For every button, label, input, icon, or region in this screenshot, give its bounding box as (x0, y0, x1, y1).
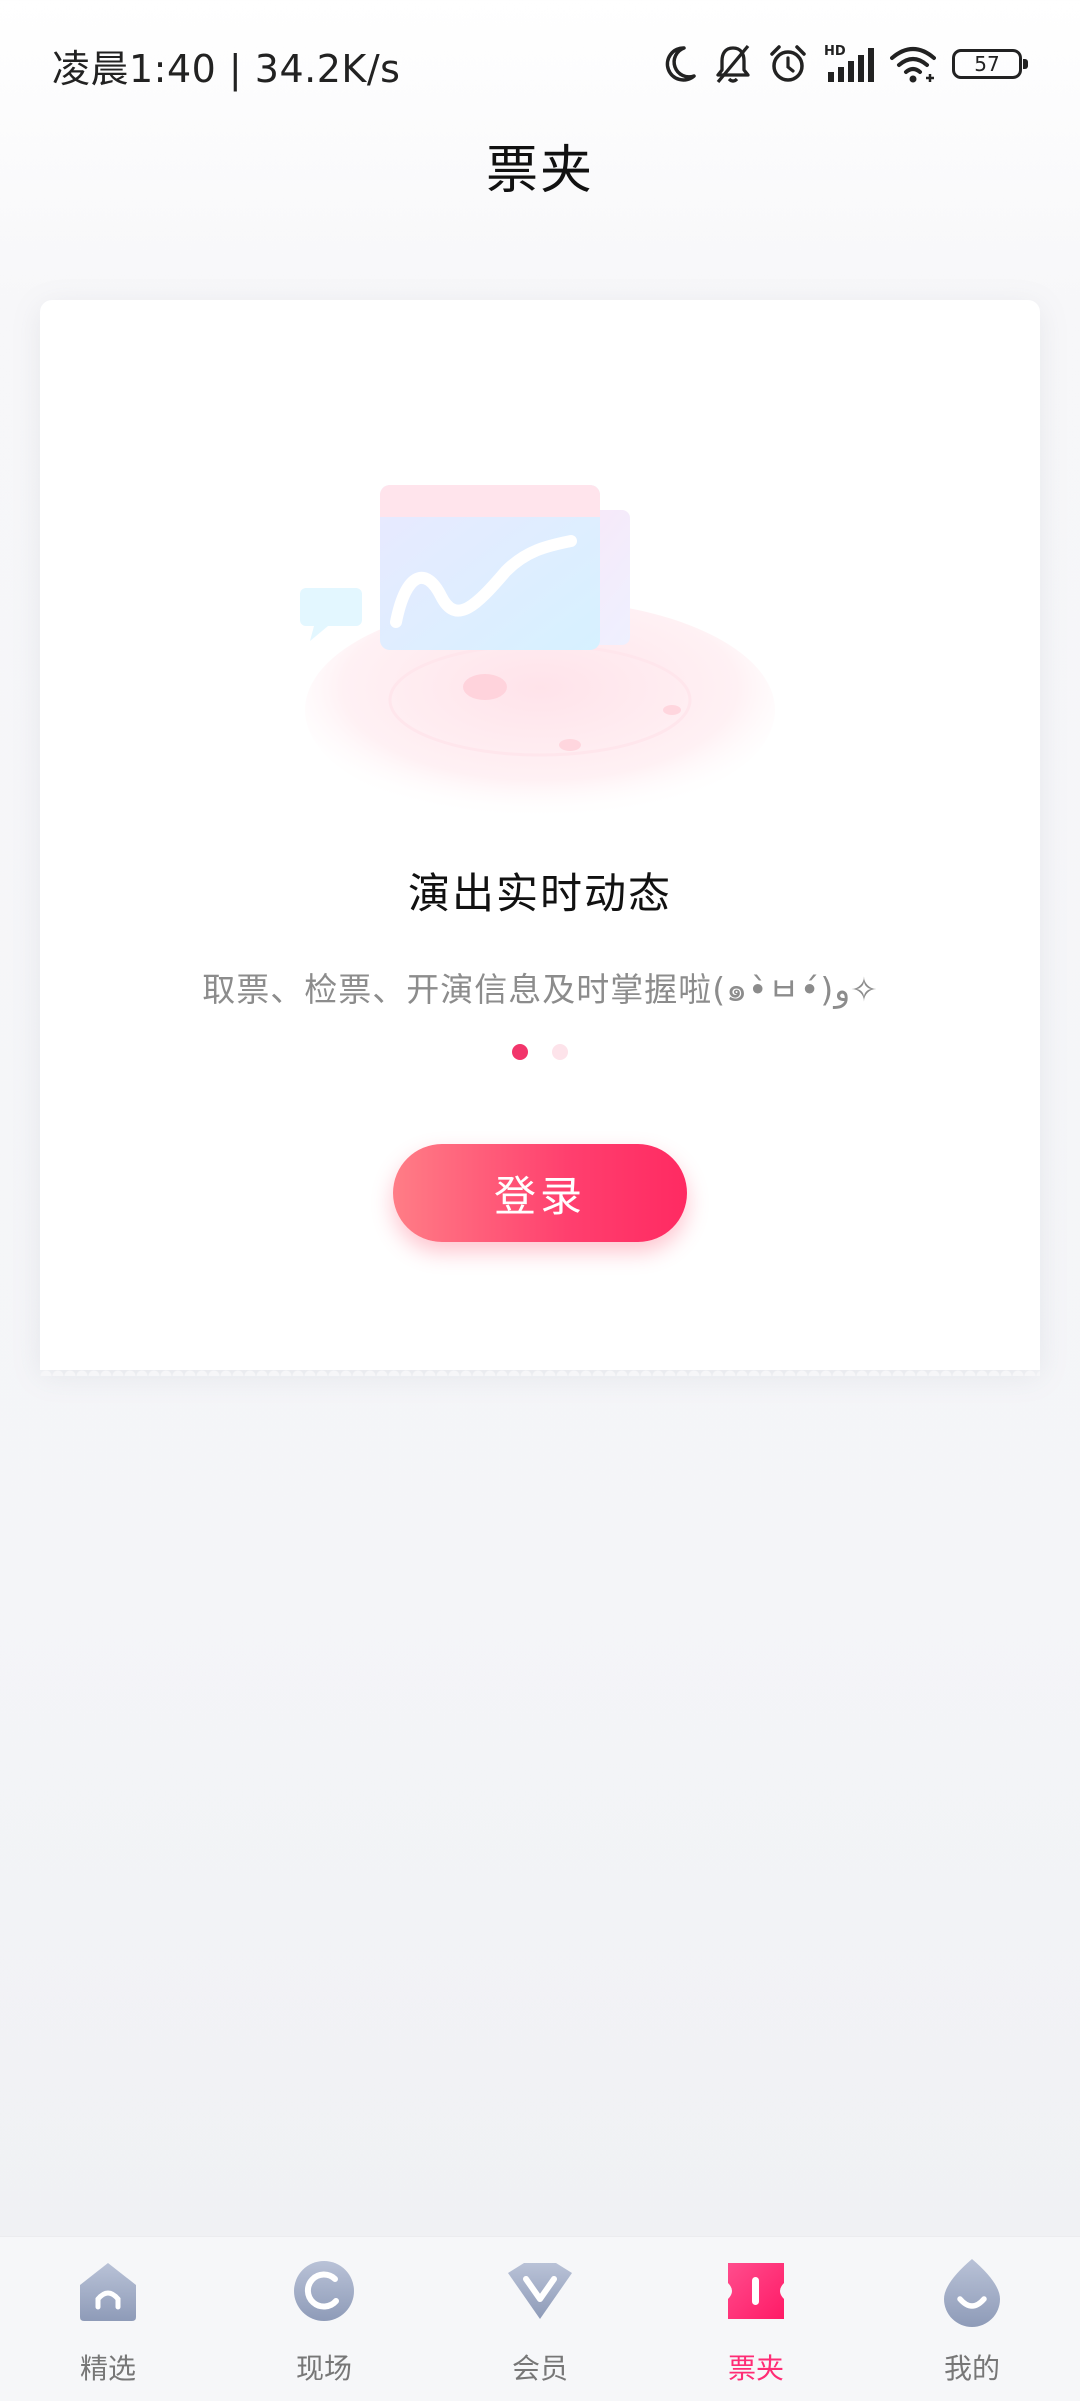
pager-dot[interactable] (552, 1044, 568, 1060)
profile-icon (944, 2259, 1000, 2327)
battery-level: 57 (974, 52, 1000, 76)
tab-ticket-folder[interactable]: 票夹 (648, 2237, 864, 2401)
tab-label-live: 现场 (295, 2352, 352, 2385)
slide-subtitle: 取票、检票、开演信息及时掌握啦(๑•̀ㅂ•́)و✧ (202, 970, 878, 1009)
vip-icon (508, 2263, 572, 2319)
tab-label-featured: 精选 (79, 2352, 136, 2385)
moon-icon (665, 46, 696, 82)
home-icon (80, 2263, 136, 2321)
tab-live[interactable]: 现场 (216, 2237, 432, 2401)
page-title: 票夹 (485, 141, 594, 201)
slide-title: 演出实时动态 (407, 869, 672, 918)
live-icon (294, 2261, 354, 2321)
tab-label-vip: 会员 (511, 2352, 568, 2385)
status-bar: 凌晨1:40 | 34.2K/s HD 57 (0, 0, 1080, 128)
ticket-icon (728, 2263, 784, 2319)
signal-hd-icon: HD (824, 44, 874, 82)
tab-profile[interactable]: 我的 (864, 2237, 1080, 2401)
wifi-icon (890, 47, 936, 83)
pager-dots (40, 1044, 1040, 1060)
status-time-speed: 凌晨1:40 | 34.2K/s (52, 47, 401, 91)
live-updates-illustration (300, 485, 775, 820)
ticket-card[interactable]: 演出实时动态 取票、检票、开演信息及时掌握啦(๑•̀ㅂ•́)و✧ 登录 (40, 300, 1040, 1376)
card-perforated-edge (40, 1364, 1040, 1376)
tab-featured[interactable]: 精选 (0, 2237, 216, 2401)
tab-vip[interactable]: 会员 (432, 2237, 648, 2401)
bottom-tab-bar: 精选 现场 会员 票夹 我的 (0, 2236, 1080, 2401)
bell-off-icon (716, 44, 750, 84)
status-icons: HD 57 (660, 40, 1028, 88)
tab-label-profile: 我的 (943, 2352, 1000, 2385)
hd-label: HD (824, 44, 846, 59)
login-button[interactable]: 登录 (393, 1144, 687, 1242)
pager-dot-active[interactable] (512, 1044, 528, 1060)
battery-icon: 57 (952, 49, 1028, 79)
tab-label-ticket-folder: 票夹 (727, 2352, 784, 2385)
alarm-icon (770, 45, 806, 82)
